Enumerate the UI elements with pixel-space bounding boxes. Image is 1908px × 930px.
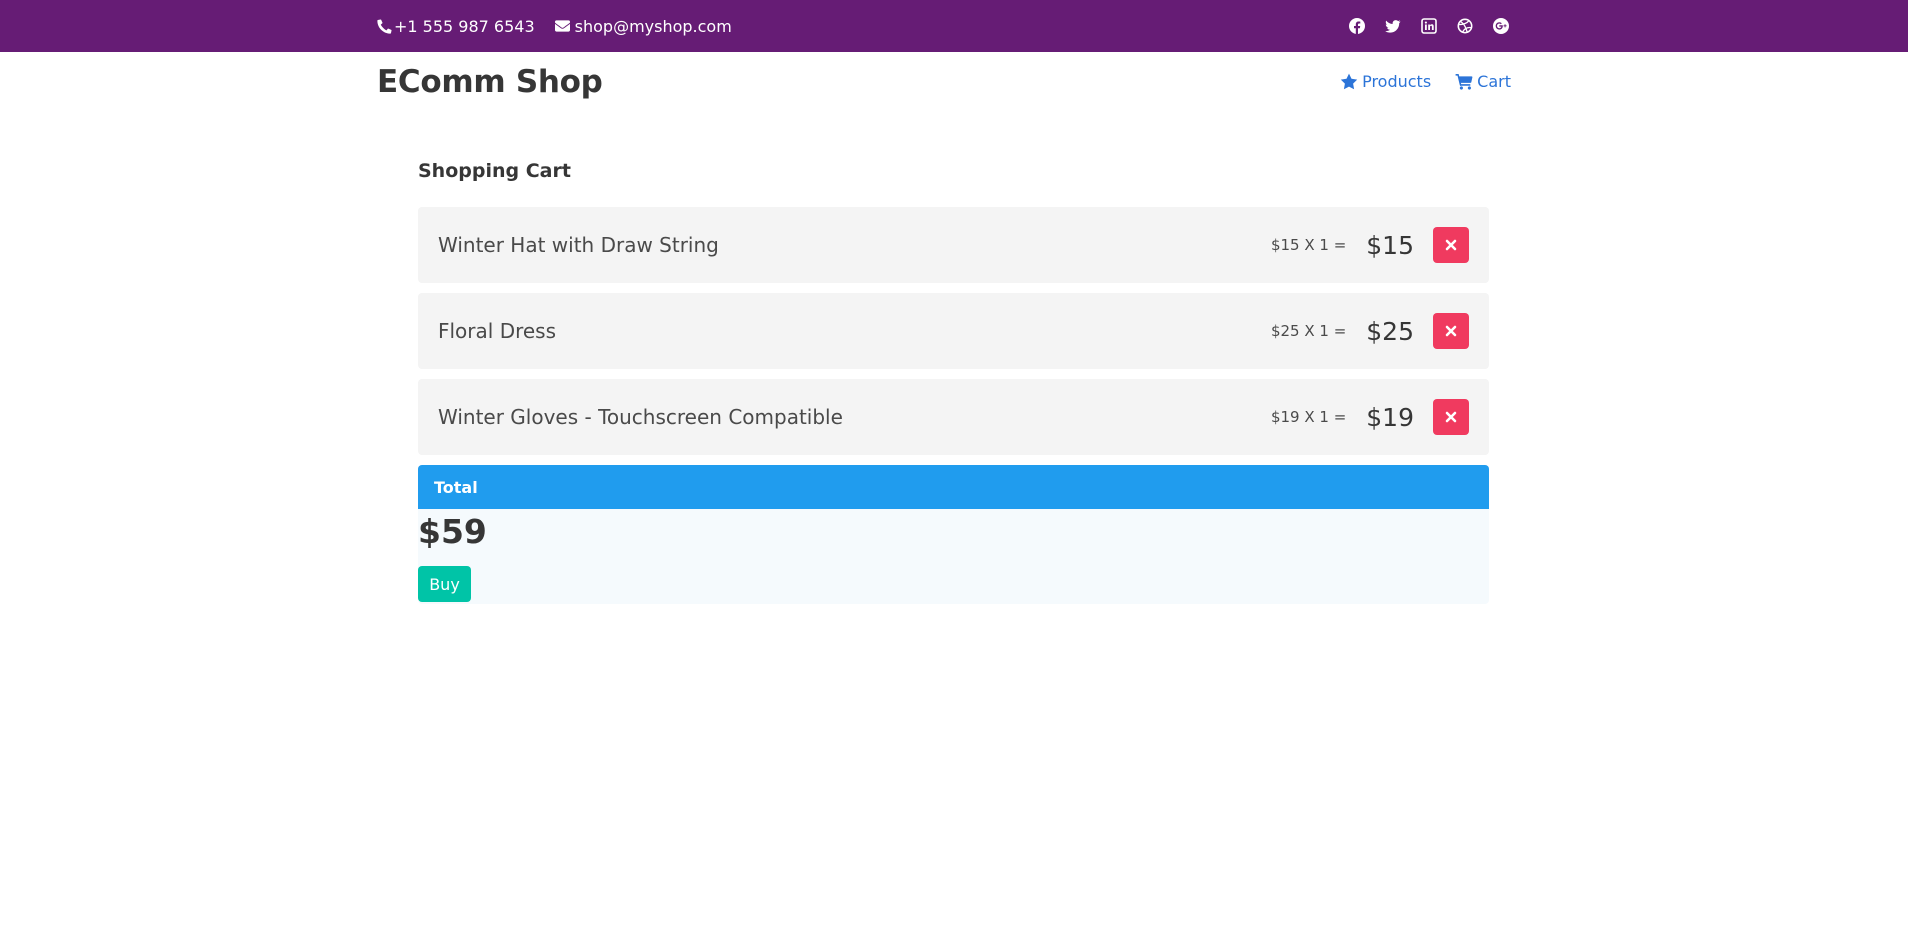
main-nav: Products Cart xyxy=(1316,72,1511,91)
brand-logo[interactable]: EComm Shop xyxy=(377,64,603,100)
dribbble-link[interactable] xyxy=(1457,18,1473,34)
nav-cart-label: Cart xyxy=(1477,72,1511,91)
star-icon xyxy=(1340,73,1358,90)
buy-button[interactable]: Buy xyxy=(418,566,471,602)
google-plus-icon xyxy=(1493,18,1509,34)
remove-item-button[interactable] xyxy=(1433,399,1469,435)
email-contact[interactable]: shop@myshop.com xyxy=(554,16,732,36)
item-name: Floral Dress xyxy=(438,319,557,343)
cart-section: Shopping Cart Winter Hat with Draw Strin… xyxy=(418,150,1489,604)
item-calculation: $15 X 1 = xyxy=(1270,236,1347,254)
total-header: Total xyxy=(418,465,1489,509)
phone-number: +1 555 987 6543 xyxy=(394,16,535,36)
twitter-icon xyxy=(1385,20,1401,33)
remove-item-button[interactable] xyxy=(1433,227,1469,263)
linkedin-icon xyxy=(1421,18,1437,34)
item-name: Winter Hat with Draw String xyxy=(438,233,719,257)
twitter-link[interactable] xyxy=(1385,18,1401,34)
facebook-icon xyxy=(1349,18,1365,34)
phone-icon xyxy=(377,18,392,34)
top-bar: +1 555 987 6543 shop@myshop.com xyxy=(0,0,1908,52)
dribbble-icon xyxy=(1457,18,1473,34)
total-amount: $59 xyxy=(418,512,487,551)
page-title: Shopping Cart xyxy=(418,160,571,182)
email-address: shop@myshop.com xyxy=(574,16,732,36)
cart-item: Winter Hat with Draw String $15 X 1 = $1… xyxy=(418,207,1489,283)
cart-item: Winter Gloves - Touchscreen Compatible $… xyxy=(418,379,1489,455)
item-calculation: $25 X 1 = xyxy=(1270,322,1347,340)
close-icon xyxy=(1445,325,1457,337)
linkedin-link[interactable] xyxy=(1421,18,1437,34)
item-price: $15 xyxy=(1366,230,1414,260)
facebook-link[interactable] xyxy=(1349,18,1365,34)
google-plus-link[interactable] xyxy=(1493,18,1509,34)
remove-item-button[interactable] xyxy=(1433,313,1469,349)
close-icon xyxy=(1445,411,1457,423)
nav-products-label: Products xyxy=(1362,72,1432,91)
cart-list: Winter Hat with Draw String $15 X 1 = $1… xyxy=(418,207,1489,455)
social-links xyxy=(1329,18,1509,34)
envelope-icon xyxy=(554,19,570,32)
cart-item: Floral Dress $25 X 1 = $25 xyxy=(418,293,1489,369)
site-header: EComm Shop Products Cart xyxy=(377,52,1511,107)
item-price: $19 xyxy=(1366,402,1414,432)
close-icon xyxy=(1445,239,1457,251)
item-name: Winter Gloves - Touchscreen Compatible xyxy=(438,405,843,429)
top-bar-inner: +1 555 987 6543 shop@myshop.com xyxy=(377,0,1511,52)
cart-icon xyxy=(1455,74,1473,90)
nav-cart-link[interactable]: Cart xyxy=(1455,72,1511,91)
contact-info: +1 555 987 6543 shop@myshop.com xyxy=(377,17,752,36)
nav-products-link[interactable]: Products xyxy=(1340,72,1431,91)
total-panel: Total $59 Buy xyxy=(418,465,1489,604)
phone-contact[interactable]: +1 555 987 6543 xyxy=(377,17,535,36)
item-price: $25 xyxy=(1366,316,1414,346)
item-calculation: $19 X 1 = xyxy=(1270,408,1347,426)
